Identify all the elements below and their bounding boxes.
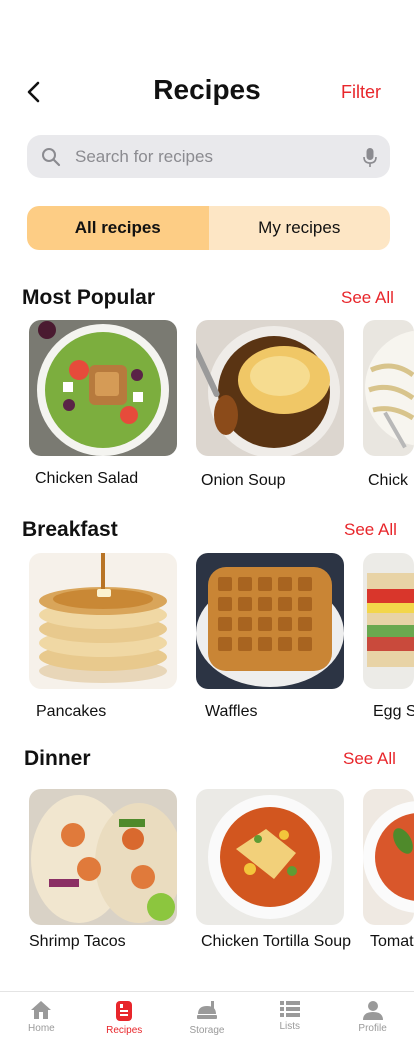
recipe-title: Onion Soup	[201, 472, 286, 489]
tab-my-recipes[interactable]: My recipes	[209, 206, 391, 250]
recipe-title: Pancakes	[36, 703, 107, 720]
see-all-breakfast[interactable]: See All	[344, 520, 397, 540]
nav-lists[interactable]: Lists	[248, 992, 331, 1047]
filter-button[interactable]: Filter	[341, 82, 381, 103]
search-input[interactable]	[75, 135, 355, 178]
recipe-scope-toggle: All recipes My recipes	[27, 206, 390, 250]
recipe-image	[196, 320, 344, 456]
nav-label: Storage	[189, 1025, 225, 1036]
search-bar	[27, 135, 390, 178]
recipe-image	[363, 789, 414, 925]
nav-label: Profile	[358, 1023, 387, 1034]
recipe-title: Chicken Salad	[35, 470, 139, 487]
section-title-most-popular: Most Popular	[22, 286, 156, 309]
search-icon	[42, 148, 61, 167]
storage-icon	[196, 1001, 217, 1019]
recipe-title: Tomat	[370, 933, 414, 950]
recipe-image	[196, 553, 344, 689]
profile-icon	[362, 1001, 383, 1020]
home-icon	[31, 1001, 52, 1019]
recipe-card-chicken-pasta[interactable]: Chick	[363, 320, 414, 489]
section-title-breakfast: Breakfast	[22, 518, 118, 541]
recipe-book-icon	[116, 1001, 133, 1021]
nav-home[interactable]: Home	[0, 992, 83, 1047]
recipe-card-chicken-tortilla-soup[interactable]: Chicken Tortilla Soup	[196, 789, 351, 950]
recipe-title: Chick	[368, 472, 409, 489]
recipe-title: Egg S	[373, 703, 414, 720]
tab-all-recipes[interactable]: All recipes	[27, 206, 209, 250]
nav-profile[interactable]: Profile	[331, 992, 414, 1047]
nav-label: Lists	[279, 1021, 301, 1032]
bottom-navigation: Home Recipes Storage Lists Profile	[0, 991, 414, 1047]
microphone-icon[interactable]	[362, 147, 378, 169]
recipe-title: Chicken Tortilla Soup	[201, 933, 352, 950]
see-all-dinner[interactable]: See All	[343, 749, 396, 769]
recipe-card-pancakes[interactable]: Pancakes	[29, 553, 177, 720]
section-title-dinner: Dinner	[24, 747, 91, 770]
recipe-image	[363, 320, 414, 456]
nav-label: Recipes	[106, 1025, 143, 1036]
recipe-image	[29, 553, 177, 689]
recipe-title: Shrimp Tacos	[29, 933, 126, 950]
nav-label: Home	[28, 1023, 55, 1034]
back-button[interactable]	[20, 78, 48, 106]
recipe-card-tomato-soup[interactable]: Tomat	[363, 789, 414, 950]
nav-recipes[interactable]: Recipes	[83, 992, 166, 1047]
recipe-card-waffles[interactable]: Waffles	[196, 553, 344, 720]
recipe-card-egg-sandwich[interactable]: Egg S	[363, 553, 414, 720]
nav-storage[interactable]: Storage	[166, 992, 249, 1047]
recipe-title: Waffles	[205, 703, 258, 720]
chevron-left-icon	[27, 81, 40, 103]
recipe-image	[363, 553, 414, 689]
recipe-card-shrimp-tacos[interactable]: Shrimp Tacos	[29, 789, 177, 950]
recipe-image	[196, 789, 344, 925]
recipe-card-onion-soup[interactable]: Onion Soup	[196, 320, 344, 489]
list-icon	[279, 1001, 300, 1017]
recipe-image	[29, 320, 177, 456]
header: Recipes Filter	[0, 70, 414, 114]
recipe-card-chicken-salad[interactable]: Chicken Salad	[29, 320, 177, 487]
recipe-image	[29, 789, 177, 925]
see-all-most-popular[interactable]: See All	[341, 288, 394, 308]
